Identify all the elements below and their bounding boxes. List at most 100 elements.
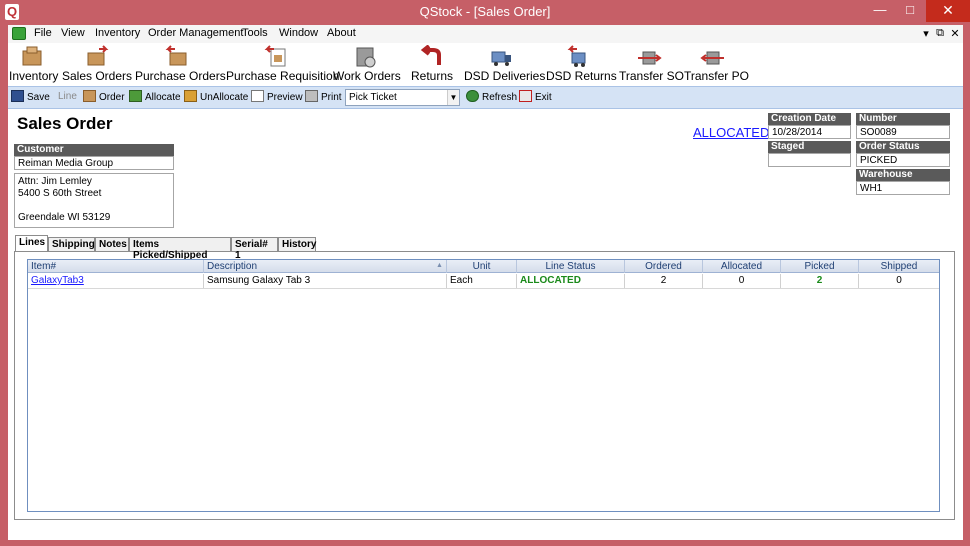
print-format-value: Pick Ticket <box>349 92 397 103</box>
status-link[interactable]: ALLOCATED <box>693 125 769 140</box>
number-field[interactable]: SO0089 <box>856 125 950 139</box>
returns-label: Returns <box>410 69 454 83</box>
work-orders-button[interactable]: Work Orders <box>333 43 401 85</box>
sort-ascending-icon: ▲ <box>436 262 443 269</box>
customer-label: Customer <box>14 144 174 156</box>
column-header-item[interactable]: Item# <box>28 260 204 273</box>
cell-item-link[interactable]: GalaxyTab3 <box>28 274 204 288</box>
creation-date-section: Creation Date 10/28/2014 <box>768 113 851 139</box>
mdi-close-button[interactable]: ✕ <box>948 27 962 40</box>
cell-ordered[interactable]: 2 <box>625 274 703 288</box>
unallocate-label: UnAllocate <box>200 92 249 103</box>
staged-field[interactable] <box>768 153 851 167</box>
column-header-description[interactable]: Description <box>204 260 447 273</box>
creation-date-field[interactable]: 10/28/2014 <box>768 125 851 139</box>
cell-line-status[interactable]: ALLOCATED <box>517 274 625 288</box>
mdi-restore-button[interactable]: ⧉ <box>933 27 947 40</box>
refresh-label: Refresh <box>482 92 518 103</box>
menu-inventory[interactable]: Inventory <box>95 27 140 39</box>
maximize-window-button[interactable]: □ <box>896 0 924 22</box>
purchase-orders-button[interactable]: Purchase Orders <box>135 43 226 85</box>
truck-return-icon <box>567 45 586 67</box>
inventory-button[interactable]: Inventory <box>9 43 58 85</box>
save-label: Save <box>27 92 50 103</box>
menu-file[interactable]: File <box>34 27 52 39</box>
sales-orders-label: Sales Orders <box>62 69 133 83</box>
cell-shipped[interactable]: 0 <box>859 274 939 288</box>
returns-icon <box>420 45 441 65</box>
app-menu-icon[interactable] <box>12 27 26 40</box>
purchase-orders-icon <box>165 45 187 66</box>
truck-icon <box>491 51 511 66</box>
order-status-section: Order Status PICKED <box>856 141 950 167</box>
unallocate-button[interactable]: UnAllocate <box>184 90 248 106</box>
address-line-4: Greendale WI 53129 <box>18 212 111 223</box>
tab-serial[interactable]: Serial# 1 <box>231 237 278 261</box>
print-button[interactable]: Print <box>305 90 342 106</box>
menu-about[interactable]: About <box>327 27 356 39</box>
unallocate-icon <box>184 90 197 102</box>
chevron-down-icon[interactable]: ▼ <box>447 90 459 105</box>
print-format-dropdown[interactable]: Pick Ticket ▼ <box>345 89 460 106</box>
tab-notes[interactable]: Notes <box>95 237 129 251</box>
transfer-po-button[interactable]: Transfer PO <box>684 43 749 85</box>
dsd-returns-button[interactable]: DSD Returns <box>546 43 617 85</box>
menu-window[interactable]: Window <box>279 27 318 39</box>
page-title: Sales Order <box>17 114 113 133</box>
mdi-minimize-button[interactable]: ▾ <box>919 27 933 40</box>
tab-items-picked-shipped[interactable]: Items Picked/Shipped <box>129 237 231 261</box>
cell-unit[interactable]: Each <box>447 274 517 288</box>
minimize-window-button[interactable]: — <box>866 0 894 22</box>
column-header-allocated[interactable]: Allocated <box>703 260 781 273</box>
refresh-button[interactable]: Refresh <box>466 90 517 106</box>
transfer-so-icon <box>638 51 662 65</box>
menu-order-management[interactable]: Order Management <box>148 27 243 39</box>
sales-orders-button[interactable]: Sales Orders <box>62 43 133 85</box>
line-button[interactable]: Line <box>58 90 77 106</box>
dsd-deliveries-label: DSD Deliveries <box>464 69 546 83</box>
sales-orders-icon <box>87 45 109 66</box>
number-label: Number <box>856 113 950 125</box>
boxes-icon <box>22 46 42 66</box>
column-header-ordered[interactable]: Ordered <box>625 260 703 273</box>
purchase-orders-label: Purchase Orders <box>135 69 226 83</box>
transfer-so-button[interactable]: Transfer SO <box>619 43 684 85</box>
customer-section: Customer Reiman Media Group <box>14 144 174 170</box>
preview-button[interactable]: Preview <box>251 90 303 106</box>
order-status-field[interactable]: PICKED <box>856 153 950 167</box>
cell-description[interactable]: Samsung Galaxy Tab 3 <box>204 274 447 288</box>
print-label: Print <box>321 92 342 103</box>
order-button[interactable]: Order <box>83 90 125 106</box>
column-header-picked[interactable]: Picked <box>781 260 859 273</box>
returns-button[interactable]: Returns <box>409 43 455 85</box>
cell-allocated[interactable]: 0 <box>703 274 781 288</box>
cell-picked[interactable]: 2 <box>781 274 859 288</box>
printer-icon <box>305 90 318 102</box>
creation-date-label: Creation Date <box>768 113 851 125</box>
menu-view[interactable]: View <box>61 27 85 39</box>
close-window-button[interactable]: ✕ <box>926 0 970 22</box>
refresh-icon <box>466 90 479 102</box>
column-header-line-status[interactable]: Line Status <box>517 260 625 273</box>
tab-shipping[interactable]: Shipping <box>48 237 95 251</box>
allocate-icon <box>129 90 142 102</box>
exit-button[interactable]: Exit <box>519 90 552 106</box>
allocate-button[interactable]: Allocate <box>129 90 181 106</box>
tab-lines[interactable]: Lines <box>15 235 48 251</box>
customer-address-box[interactable]: Attn: Jim Lemley 5400 S 60th Street Gree… <box>14 173 174 228</box>
dsd-deliveries-button[interactable]: DSD Deliveries <box>464 43 546 85</box>
preview-label: Preview <box>267 92 303 103</box>
column-header-unit[interactable]: Unit <box>447 260 517 273</box>
warehouse-section: Warehouse WH1 <box>856 169 950 195</box>
purchase-requisition-button[interactable]: Purchase Requisition <box>226 43 339 85</box>
work-orders-label: Work Orders <box>333 69 401 83</box>
column-header-shipped[interactable]: Shipped <box>859 260 939 273</box>
menu-tools[interactable]: Tools <box>242 27 268 39</box>
address-line-3 <box>18 200 170 212</box>
save-button[interactable]: Save <box>11 90 50 106</box>
row-divider <box>28 288 939 289</box>
tab-history[interactable]: History <box>278 237 316 251</box>
customer-name-field[interactable]: Reiman Media Group <box>14 156 174 170</box>
transfer-po-icon <box>700 51 724 65</box>
warehouse-field[interactable]: WH1 <box>856 181 950 195</box>
